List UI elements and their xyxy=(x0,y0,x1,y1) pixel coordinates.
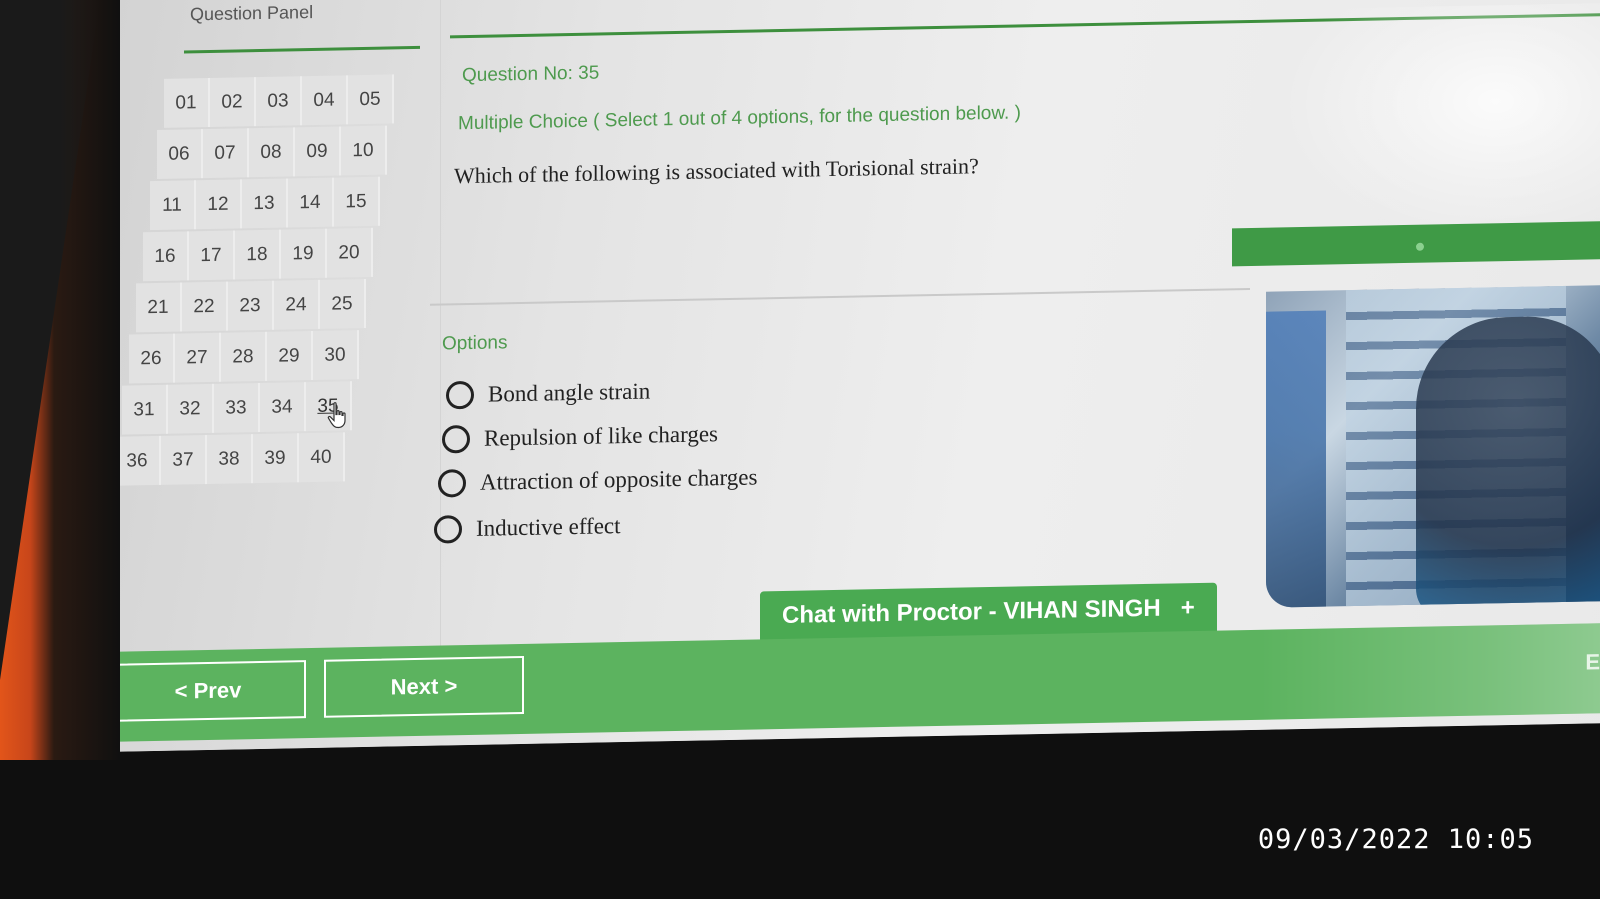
question-number-button[interactable]: 28 xyxy=(221,331,267,382)
question-number-button[interactable]: 05 xyxy=(348,74,394,125)
option-3[interactable]: Attraction of opposite charges xyxy=(438,463,758,498)
question-number-grid: 01 02 03 04 05 06 07 08 09 10 11 12 13 14 15 16 17 18 19 20… xyxy=(115,74,394,486)
question-number-button[interactable]: 36 xyxy=(115,435,161,486)
radio-button-icon[interactable] xyxy=(446,380,474,410)
webcam-person xyxy=(1416,314,1600,608)
next-button[interactable]: Next > xyxy=(324,655,524,718)
question-type-label: Multiple Choice ( Select 1 out of 4 opti… xyxy=(458,102,1021,135)
question-number-button[interactable]: 15 xyxy=(334,176,380,227)
question-number-button[interactable]: 25 xyxy=(320,278,366,329)
question-number-button[interactable]: 02 xyxy=(210,77,256,127)
hand-pointer-icon xyxy=(327,402,346,429)
question-number-button[interactable]: 14 xyxy=(288,177,334,228)
question-number-button[interactable]: 16 xyxy=(143,231,189,282)
prev-button[interactable]: < Prev xyxy=(110,660,306,722)
proctor-webcam-feed xyxy=(1266,284,1600,608)
chat-with-proctor-label: Chat with Proctor - VIHAN SINGH xyxy=(782,594,1161,629)
question-number-button[interactable]: 17 xyxy=(189,230,235,281)
question-number-button[interactable]: 19 xyxy=(281,228,327,279)
question-number-button[interactable]: 38 xyxy=(207,434,253,485)
question-number-button[interactable]: 01 xyxy=(164,77,210,128)
question-number-button[interactable]: 24 xyxy=(274,279,320,330)
exam-screen: Question Panel 01 02 03 04 05 06 07 08 09 10 11 12 1… xyxy=(0,0,1600,755)
question-number-button[interactable]: 40 xyxy=(299,432,345,483)
question-number-button[interactable]: 04 xyxy=(302,75,348,126)
question-number-button[interactable]: 37 xyxy=(161,435,207,485)
option-2[interactable]: Repulsion of like charges xyxy=(442,420,718,454)
question-content: Question No: 35 Multiple Choice ( Select… xyxy=(430,0,1600,645)
screen-glare xyxy=(1280,2,1600,250)
question-number-button[interactable]: 23 xyxy=(228,280,274,331)
question-number-button[interactable]: 26 xyxy=(129,333,175,384)
question-number-button[interactable]: 18 xyxy=(235,229,281,280)
question-number-button[interactable]: 08 xyxy=(249,127,295,178)
question-number-button[interactable]: 11 xyxy=(150,180,196,231)
radio-button-icon[interactable] xyxy=(438,469,466,498)
question-number-button[interactable]: 09 xyxy=(295,126,341,177)
question-number-button[interactable]: 22 xyxy=(182,281,228,332)
option-text: Inductive effect xyxy=(476,513,621,541)
question-number-button[interactable]: 20 xyxy=(327,227,373,278)
question-number-button[interactable]: 21 xyxy=(136,282,182,333)
photo-stage: Question Panel 01 02 03 04 05 06 07 08 09 10 11 12 1… xyxy=(0,0,1600,899)
webcam-window-frame xyxy=(1266,310,1326,608)
question-number-button[interactable]: 33 xyxy=(214,383,260,433)
proctor-video-header xyxy=(1232,220,1600,267)
question-number-button[interactable]: 30 xyxy=(313,330,359,380)
question-number-button[interactable]: 13 xyxy=(242,178,288,229)
end-exam-button[interactable]: E xyxy=(1585,649,1600,675)
question-panel-divider xyxy=(184,45,420,54)
question-number-button[interactable]: 27 xyxy=(175,332,221,383)
option-4[interactable]: Inductive effect xyxy=(434,512,621,544)
radio-button-icon[interactable] xyxy=(434,515,462,544)
question-number-label: Question No: 35 xyxy=(462,62,600,87)
question-text: Which of the following is associated wit… xyxy=(454,153,979,189)
options-label: Options xyxy=(442,332,508,355)
question-number-button[interactable]: 07 xyxy=(203,128,249,179)
option-text: Bond angle strain xyxy=(488,378,651,407)
question-divider xyxy=(430,287,1250,306)
footer-glare xyxy=(1260,622,1600,720)
question-number-button[interactable]: 29 xyxy=(267,330,313,381)
option-text: Repulsion of like charges xyxy=(484,421,718,451)
question-number-button[interactable]: 31 xyxy=(122,384,168,435)
question-number-button[interactable]: 10 xyxy=(341,125,387,176)
radio-button-icon[interactable] xyxy=(442,424,470,454)
question-number-button[interactable]: 32 xyxy=(168,383,214,434)
question-number-button[interactable]: 12 xyxy=(196,179,242,230)
plus-icon[interactable]: + xyxy=(1181,594,1195,622)
status-dot-icon xyxy=(1416,242,1424,251)
question-number-button[interactable]: 39 xyxy=(253,433,299,484)
question-panel-title: Question Panel xyxy=(190,1,314,25)
photo-timestamp: 09/03/2022 10:05 xyxy=(1257,824,1534,855)
option-text: Attraction of opposite charges xyxy=(480,464,758,495)
question-number-button[interactable]: 34 xyxy=(260,382,306,433)
question-number-button[interactable]: 06 xyxy=(157,129,203,179)
question-panel: Question Panel 01 02 03 04 05 06 07 08 09 10 11 12 1… xyxy=(115,0,441,652)
option-1[interactable]: Bond angle strain xyxy=(446,378,650,410)
question-number-button[interactable]: 03 xyxy=(256,76,302,127)
